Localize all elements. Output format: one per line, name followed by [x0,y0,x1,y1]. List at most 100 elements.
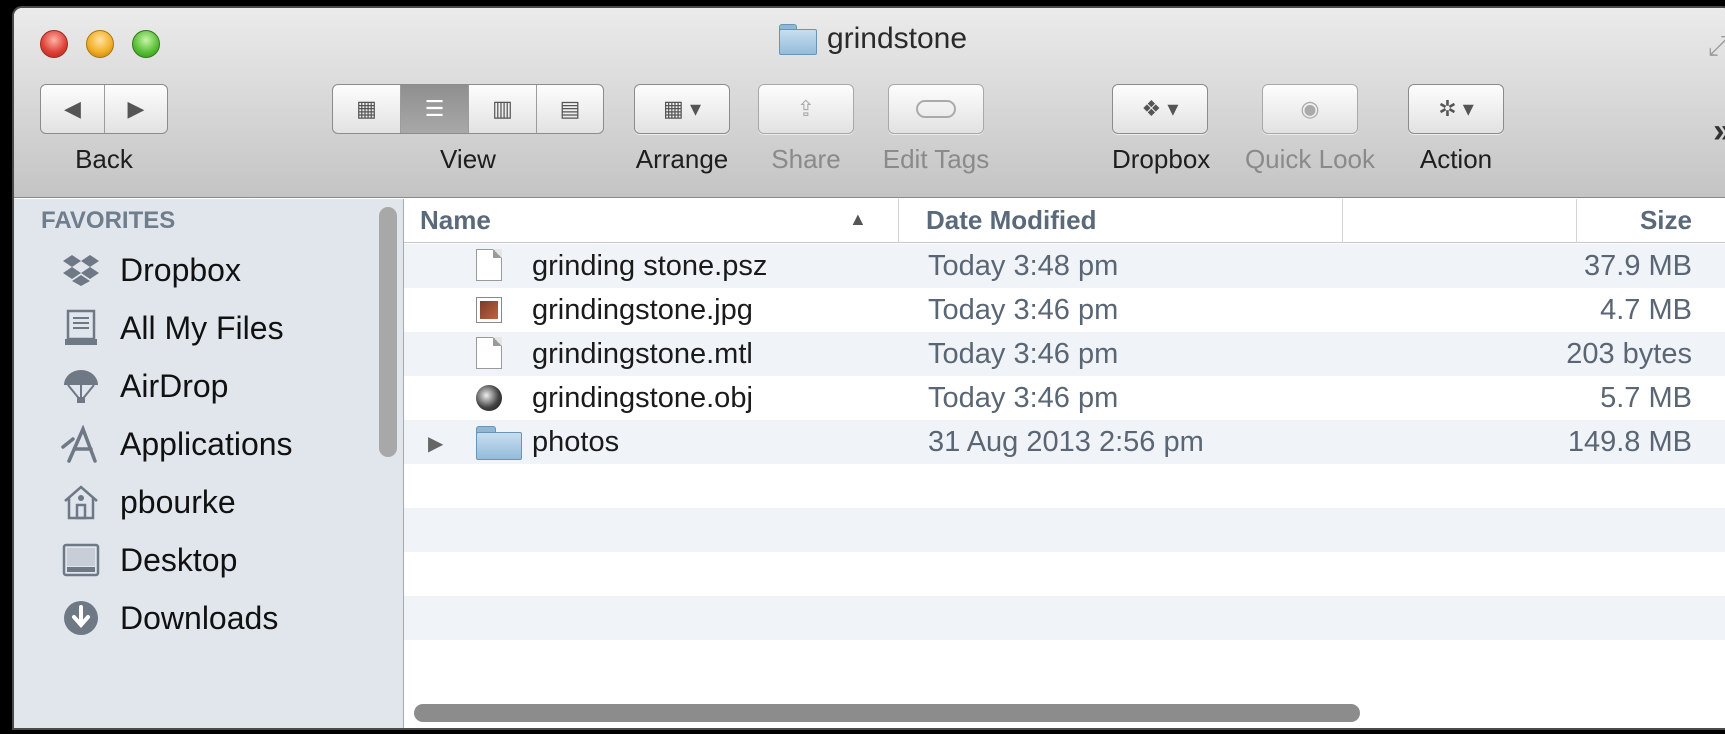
toolbar-overflow-icon[interactable]: » [1713,112,1725,151]
applications-icon [60,424,102,464]
sidebar-item-label: Downloads [120,599,279,636]
sidebar-item-dropbox[interactable]: Dropbox [60,245,241,295]
back-forward-group: ◀ ▶ Back [40,84,168,175]
dropbox-icon [60,250,102,290]
view-column-mode-button[interactable]: ▥ [469,85,537,133]
column-view-icon: ▥ [492,96,513,121]
back-arrow-icon: ◀ [64,96,81,121]
sidebar-item-airdrop[interactable]: AirDrop [60,361,228,411]
sidebar-item-applications[interactable]: Applications [60,419,293,469]
sidebar-item-downloads[interactable]: Downloads [60,593,278,643]
share-button[interactable]: ⇪ [758,84,854,134]
view-coverflow-mode-button[interactable]: ▤ [537,85,603,133]
quick-look-button[interactable]: ◉ [1262,84,1358,134]
sidebar-item-label: Desktop [120,541,238,578]
file-date: 31 Aug 2013 2:56 pm [928,426,1204,458]
file-date: Today 3:46 pm [928,338,1119,370]
view-group: ▦ ☰ ▥ ▤ View [332,84,604,175]
table-row[interactable]: ▶ photos 31 Aug 2013 2:56 pm 149.8 MB [404,420,1725,464]
window-title-bar: grindstone [14,22,1725,62]
list-view-icon: ☰ [424,96,445,121]
dropbox-button[interactable]: ❖ ▾ [1112,84,1208,134]
table-row[interactable]: grindingstone.obj Today 3:46 pm 5.7 MB [404,376,1725,420]
dropbox-group: ❖ ▾ Dropbox [1112,84,1210,175]
disclosure-triangle-icon[interactable]: ▶ [428,431,443,456]
table-row[interactable]: grindingstone.jpg Today 3:46 pm 4.7 MB [404,288,1725,332]
sort-ascending-icon: ▲ [849,209,867,229]
chevron-down-icon: ▾ [1167,96,1179,121]
share-icon: ⇪ [796,96,816,121]
eye-icon: ◉ [1300,96,1320,121]
fullscreen-icon[interactable]: ⤢ [1708,30,1725,63]
icon-view-icon: ▦ [356,96,377,121]
horizontal-scrollbar[interactable] [414,704,1360,722]
action-button[interactable]: ✲ ▾ [1408,84,1504,134]
action-group: ✲ ▾ Action [1408,84,1504,175]
finder-window: grindstone ⤢ ◀ ▶ Back ▦ ☰ ▥ ▤ View ▦ ▾ [12,6,1725,730]
empty-row [404,596,1725,640]
file-date: Today 3:46 pm [928,382,1119,414]
file-date: Today 3:46 pm [928,294,1119,326]
file-list: Name ▲ Date Modified Size grinding stone… [404,199,1725,728]
edit-tags-group: Edit Tags [883,84,989,175]
desktop-icon [60,540,102,580]
file-size: 203 bytes [1566,338,1692,370]
sidebar-item-pbourke[interactable]: pbourke [60,477,236,527]
folder-icon [476,426,522,460]
column-divider[interactable] [1576,199,1577,243]
document-icon [476,337,504,371]
column-divider[interactable] [1342,199,1343,243]
sidebar-item-desktop[interactable]: Desktop [60,535,237,585]
airdrop-icon [60,366,102,406]
dropbox-icon: ❖ [1141,96,1162,121]
file-name: photos [532,426,620,458]
file-size: 4.7 MB [1600,294,1692,326]
folder-icon [778,24,817,55]
sidebar: FAVORITES Dropbox All My Files AirDrop A… [14,199,404,728]
table-row[interactable]: grinding stone.psz Today 3:48 pm 37.9 MB [404,244,1725,288]
file-name: grindingstone.obj [532,382,753,414]
view-icon-mode-button[interactable]: ▦ [333,85,401,133]
file-name: grinding stone.psz [532,250,768,282]
file-name: grindingstone.jpg [532,294,753,326]
favorites-heading: FAVORITES [41,207,176,234]
sidebar-scrollbar[interactable] [379,207,397,457]
empty-row [404,508,1725,552]
arrange-label: Arrange [635,144,729,174]
file-size: 149.8 MB [1567,426,1692,458]
back-button[interactable]: ◀ [41,85,105,133]
column-header-size[interactable]: Size [1640,205,1692,236]
window-title: grindstone [826,22,968,55]
column-header-row: Name ▲ Date Modified Size [404,199,1725,243]
tag-icon [916,100,956,118]
coverflow-view-icon: ▤ [559,96,581,121]
back-label: Back [75,144,133,174]
all-my-files-icon [60,308,102,348]
share-group: ⇪ Share [758,84,854,175]
back-forward-control: ◀ ▶ [40,84,168,134]
arrange-grid-icon: ▦ [663,96,684,121]
forward-arrow-icon: ▶ [127,96,145,121]
file-size: 5.7 MB [1600,382,1692,414]
forward-button[interactable]: ▶ [105,85,167,133]
document-icon [476,249,504,283]
column-header-date-modified[interactable]: Date Modified [926,205,1096,236]
edit-tags-button[interactable] [888,84,984,134]
share-label: Share [771,144,841,174]
chevron-down-icon: ▾ [1462,96,1474,121]
sidebar-item-label: AirDrop [120,367,229,404]
column-header-name[interactable]: Name [420,205,491,236]
column-divider[interactable] [898,199,899,243]
table-row[interactable]: grindingstone.mtl Today 3:46 pm 203 byte… [404,332,1725,376]
view-list-mode-button[interactable]: ☰ [401,85,469,133]
view-label: View [440,144,496,174]
home-icon [60,482,102,522]
chevron-down-icon: ▾ [689,96,701,121]
view-mode-control: ▦ ☰ ▥ ▤ [332,84,604,134]
sidebar-item-all-my-files[interactable]: All My Files [60,303,284,353]
sidebar-item-label: pbourke [120,483,236,520]
arrange-button[interactable]: ▦ ▾ [634,84,730,134]
gear-icon: ✲ [1438,96,1457,121]
sidebar-item-label: Dropbox [120,251,241,288]
toolbar: grindstone ⤢ ◀ ▶ Back ▦ ☰ ▥ ▤ View ▦ ▾ [14,8,1725,198]
